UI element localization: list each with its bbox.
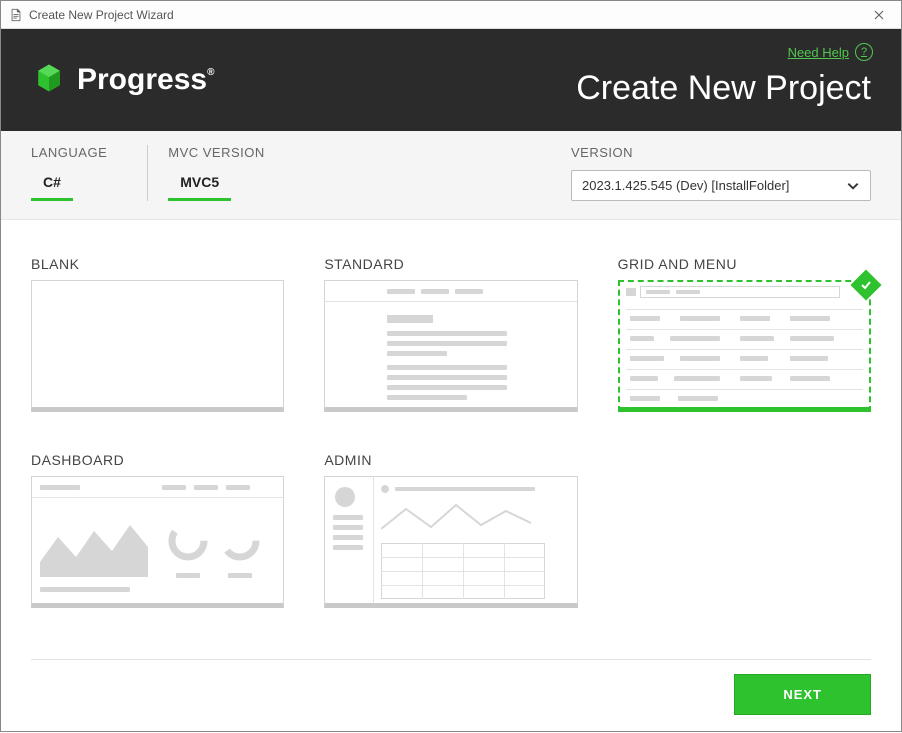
window-titlebar: Create New Project Wizard — [1, 1, 901, 29]
help-icon: ? — [855, 43, 873, 61]
template-label: GRID AND MENU — [618, 256, 871, 272]
brand: Progress® — [31, 60, 214, 101]
selected-check-icon — [850, 269, 881, 300]
page-title: Create New Project — [576, 69, 871, 108]
window-title: Create New Project Wizard — [29, 8, 174, 22]
template-standard[interactable]: STANDARD — [324, 256, 577, 412]
config-bar: LANGUAGE C# MVC VERSION MVC5 VERSION 202… — [1, 131, 901, 220]
brand-logo-icon — [31, 60, 67, 101]
templates-grid: BLANK STANDARD GRID AND MENU — [1, 220, 901, 618]
language-group: LANGUAGE C# — [31, 145, 107, 201]
version-group: VERSION 2023.1.425.545 (Dev) [InstallFol… — [571, 145, 871, 201]
help-label: Need Help — [788, 45, 849, 60]
window-close-button[interactable] — [865, 4, 893, 26]
template-admin[interactable]: ADMIN — [324, 452, 577, 608]
template-thumbnail — [618, 280, 871, 412]
template-label: ADMIN — [324, 452, 577, 468]
template-label: BLANK — [31, 256, 284, 272]
language-tab[interactable]: C# — [31, 170, 73, 201]
need-help-link[interactable]: Need Help ? — [788, 43, 873, 61]
language-label: LANGUAGE — [31, 145, 107, 160]
template-thumbnail — [31, 280, 284, 412]
mvc-version-tab[interactable]: MVC5 — [168, 170, 231, 201]
template-thumbnail — [324, 476, 577, 608]
template-dashboard[interactable]: DASHBOARD — [31, 452, 284, 608]
divider — [147, 145, 148, 201]
mvc-version-label: MVC VERSION — [168, 145, 265, 160]
version-label: VERSION — [571, 145, 871, 160]
brand-name: Progress® — [77, 63, 214, 97]
template-label: STANDARD — [324, 256, 577, 272]
version-dropdown[interactable]: 2023.1.425.545 (Dev) [InstallFolder] — [571, 170, 871, 201]
template-thumbnail — [324, 280, 577, 412]
footer: NEXT — [31, 659, 871, 715]
template-grid-and-menu[interactable]: GRID AND MENU — [618, 256, 871, 412]
template-thumbnail — [31, 476, 284, 608]
header: Progress® Create New Project Need Help ? — [1, 29, 901, 131]
template-blank[interactable]: BLANK — [31, 256, 284, 412]
version-selected-value: 2023.1.425.545 (Dev) [InstallFolder] — [582, 178, 789, 193]
chevron-down-icon — [846, 179, 860, 193]
next-button[interactable]: NEXT — [734, 674, 871, 715]
template-label: DASHBOARD — [31, 452, 284, 468]
mvc-group: MVC VERSION MVC5 — [168, 145, 265, 201]
document-icon — [9, 8, 23, 22]
